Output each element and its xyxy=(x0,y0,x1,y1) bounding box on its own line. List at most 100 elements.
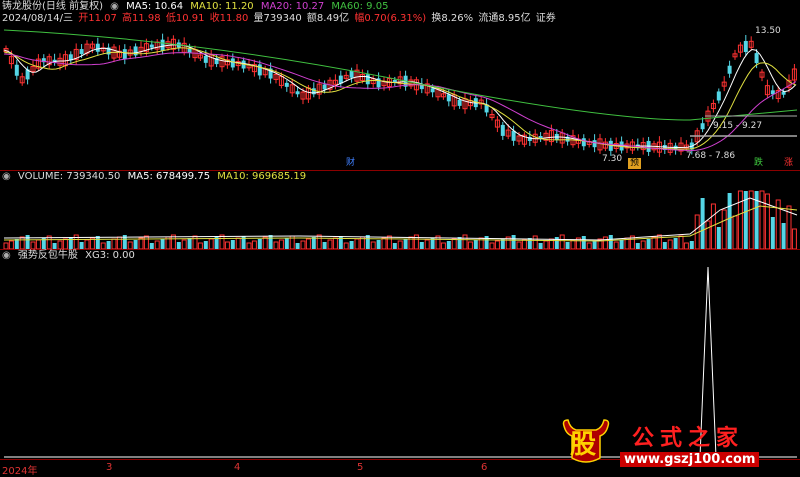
volume-bar xyxy=(25,235,30,249)
fall-marker[interactable]: 跌 xyxy=(752,158,765,169)
price-pane[interactable]: 铸龙股份(日线 前复权) ◉ MA5: 10.64 MA10: 11.20 MA… xyxy=(0,0,800,170)
volume-bar xyxy=(257,239,262,249)
volume-bar xyxy=(516,241,522,249)
volume-bar xyxy=(419,242,424,249)
volume-bar xyxy=(316,234,322,249)
volume-bar xyxy=(451,238,457,249)
candle-body xyxy=(284,82,289,87)
volume-bar xyxy=(35,239,41,249)
range-label-low: 7.68 - 7.86 xyxy=(686,151,736,161)
volume-bar xyxy=(732,215,738,249)
volume-bar xyxy=(300,240,306,249)
ma10-line xyxy=(3,47,797,150)
candle-body xyxy=(457,99,462,106)
axis-month-5: 5 xyxy=(357,462,364,473)
volume-bar xyxy=(689,241,694,249)
candle-body xyxy=(122,49,127,60)
volume-bar xyxy=(235,237,241,249)
volume-bar xyxy=(84,239,90,249)
volume-bar xyxy=(381,237,387,249)
volume-bar xyxy=(748,190,754,249)
volume-bar xyxy=(176,242,181,249)
volume-pane[interactable]: ◉ VOLUME: 739340.50 MA5: 678499.75 MA10:… xyxy=(0,170,800,249)
forecast-marker[interactable]: 预 xyxy=(628,158,642,169)
volume-bar xyxy=(251,240,257,249)
low-price-label: 7.30 xyxy=(602,154,623,164)
volume-bar xyxy=(8,240,14,249)
candle-body xyxy=(500,124,505,136)
candle-body xyxy=(257,64,262,76)
candle-body xyxy=(781,91,786,95)
volume-bar xyxy=(532,235,538,249)
candle-body xyxy=(581,138,586,147)
volume-bar xyxy=(721,209,727,249)
volume-bar xyxy=(559,234,565,249)
axis-month-4: 4 xyxy=(234,462,241,473)
volume-bar xyxy=(678,235,684,249)
volume-bar xyxy=(262,236,268,249)
volume-bar xyxy=(592,241,597,249)
volume-bar xyxy=(570,239,576,249)
volume-bar xyxy=(446,241,451,249)
volume-bar xyxy=(673,238,678,249)
volume-bar xyxy=(656,234,662,249)
volume-chart[interactable] xyxy=(0,170,800,249)
volume-bar xyxy=(527,238,532,249)
volume-bar xyxy=(187,238,192,249)
high-price-label: 13.50 xyxy=(755,26,781,36)
watermark-title: 公式之家 xyxy=(632,425,745,451)
candlestick-chart[interactable] xyxy=(0,0,800,170)
volume-bar xyxy=(19,236,25,249)
volume-bar xyxy=(705,220,711,249)
volume-bar xyxy=(640,240,646,249)
volume-bar xyxy=(608,235,613,249)
volume-bar xyxy=(230,240,235,249)
volume-bar xyxy=(511,235,516,249)
volume-bar xyxy=(619,240,624,249)
candle-body xyxy=(322,84,327,90)
candle-body xyxy=(592,140,597,148)
volume-bar xyxy=(284,238,289,249)
volume-bar xyxy=(759,190,765,249)
volume-bar xyxy=(62,238,68,249)
volume-bar xyxy=(667,239,673,249)
volume-bar xyxy=(494,240,500,249)
candle-body xyxy=(446,94,451,102)
volume-bar xyxy=(138,237,144,249)
volume-bar xyxy=(581,236,586,249)
volume-bar xyxy=(651,236,657,249)
candle-body xyxy=(95,43,100,52)
volume-bar xyxy=(143,235,149,249)
volume-bar xyxy=(473,240,478,249)
candle-body xyxy=(700,123,705,130)
volume-ma5-line xyxy=(3,197,798,241)
volume-bar xyxy=(79,242,84,249)
rise-marker[interactable]: 涨 xyxy=(782,158,795,169)
watermark-url: www.gszj100.com xyxy=(620,452,760,467)
volume-bar xyxy=(68,237,73,249)
volume-bar xyxy=(208,238,214,249)
bull-logo-icon: 股 xyxy=(560,418,612,466)
volume-bar xyxy=(716,227,721,249)
candle-body xyxy=(295,91,300,95)
volume-bar xyxy=(311,237,316,249)
volume-bar xyxy=(602,236,608,249)
volume-bar xyxy=(127,241,133,249)
volume-bar xyxy=(370,241,376,249)
volume-bar xyxy=(397,240,403,249)
volume-bar xyxy=(554,237,559,249)
volume-bar xyxy=(111,238,117,249)
candle-body xyxy=(14,64,19,76)
volume-bar xyxy=(354,238,360,249)
volume-bar xyxy=(224,241,230,249)
volume-bar xyxy=(95,236,100,249)
candle-body xyxy=(203,55,208,63)
volume-bar xyxy=(181,239,187,249)
candle-body xyxy=(160,39,165,51)
volume-bar xyxy=(484,236,489,249)
volume-bar xyxy=(543,240,549,249)
watermark: 股 公式之家 www.gszj100.com xyxy=(560,418,796,468)
volume-bar xyxy=(14,239,19,249)
volume-bar xyxy=(376,240,381,249)
finance-marker[interactable]: 财 xyxy=(344,158,357,169)
